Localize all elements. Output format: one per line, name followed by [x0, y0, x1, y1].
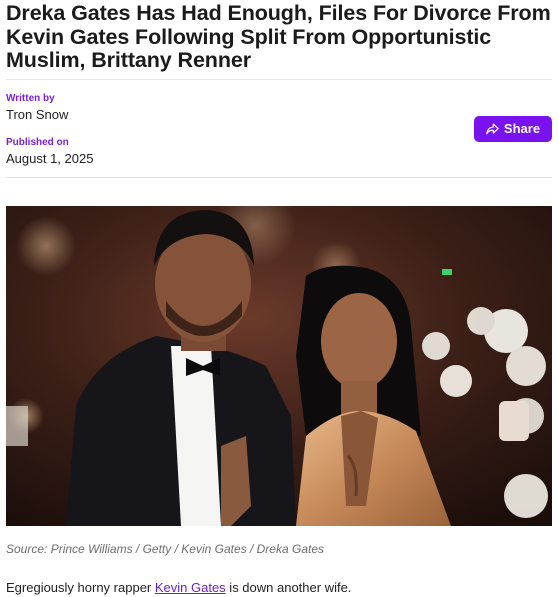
article-paragraph: Egregiously horny rapper Kevin Gates is …: [6, 580, 351, 595]
image-caption: Source: Prince Williams / Getty / Kevin …: [6, 542, 324, 556]
author-name: Tron Snow: [6, 106, 69, 122]
written-by-label: Written by: [6, 92, 55, 104]
paragraph-text: is down another wife.: [225, 580, 352, 595]
share-button[interactable]: Share: [474, 115, 552, 142]
share-arrow-icon: [486, 123, 499, 134]
paragraph-text: Egregiously horny rapper: [6, 580, 155, 595]
publish-date: August 1, 2025: [6, 150, 94, 166]
article-headline: Dreka Gates Has Had Enough, Files For Di…: [6, 1, 551, 72]
byline: Written by Tron Snow: [6, 93, 68, 122]
published-label: Published on: [6, 136, 69, 148]
share-label: Share: [503, 121, 541, 136]
publish-info: Published on August 1, 2025: [6, 137, 93, 166]
article-photo: [6, 206, 552, 526]
article: Dreka Gates Has Had Enough, Files For Di…: [6, 0, 552, 178]
kevin-gates-link[interactable]: Kevin Gates: [155, 580, 226, 595]
article-meta: Written by Tron Snow Published on August…: [6, 80, 552, 180]
